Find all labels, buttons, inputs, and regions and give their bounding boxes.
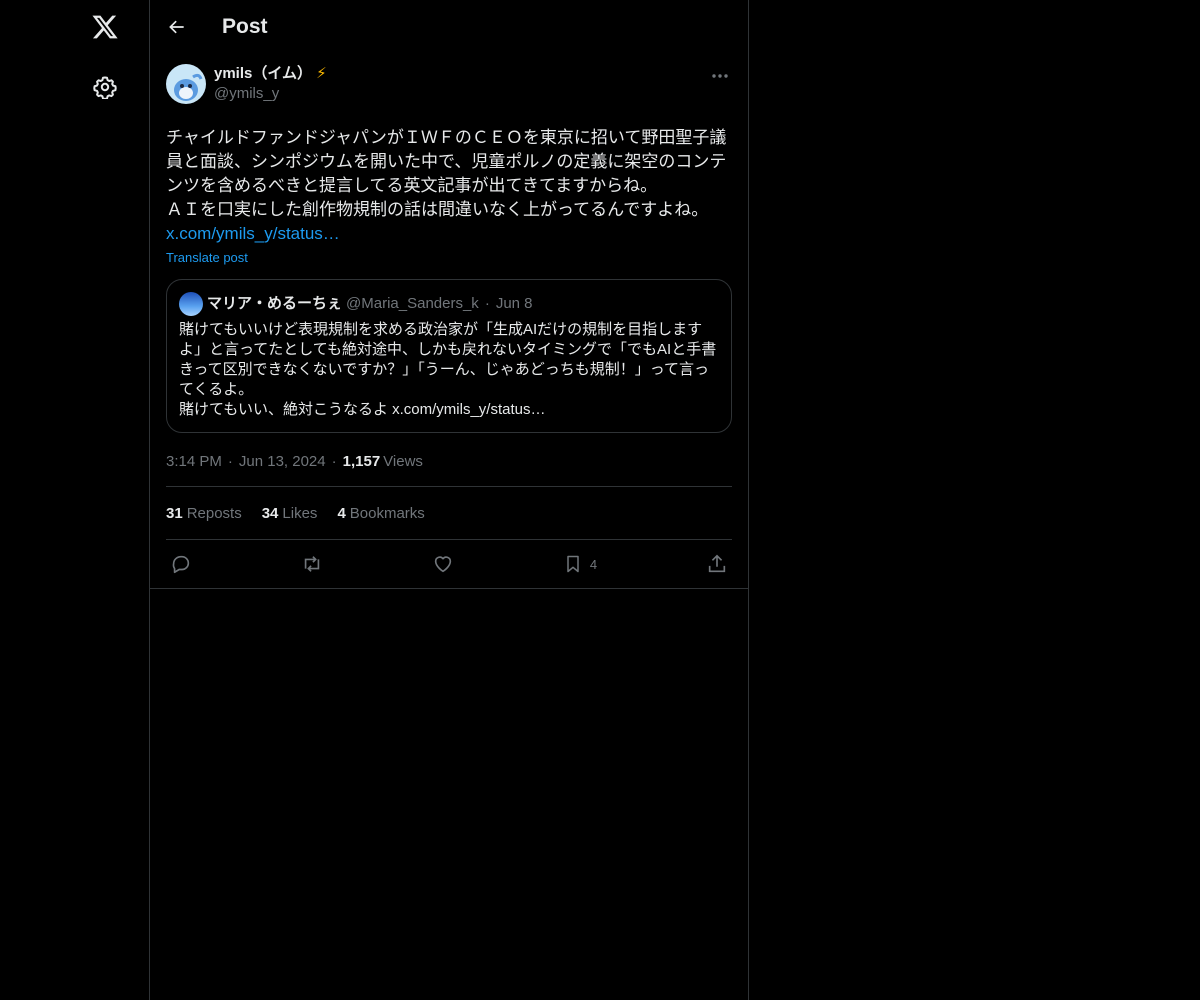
likes-label: Likes xyxy=(282,504,318,522)
page-header: Post xyxy=(150,0,748,54)
reposts-label: Reposts xyxy=(186,504,242,522)
views-label: Views xyxy=(383,453,423,470)
gear-icon[interactable] xyxy=(91,73,119,101)
reposts-stat[interactable]: 31 Reposts xyxy=(166,505,242,522)
lightning-badge: ⚡ xyxy=(316,65,327,82)
author-name-line[interactable]: ymils（イム） ⚡ xyxy=(214,64,327,84)
reposts-count: 31 xyxy=(166,504,183,522)
quote-date: Jun 8 xyxy=(495,295,533,312)
translate-post-link[interactable]: Translate post xyxy=(166,250,248,265)
post-link[interactable]: x.com/ymils_y/status… xyxy=(166,222,732,246)
post-date[interactable]: Jun 13, 2024 xyxy=(239,453,326,470)
bookmark-icon xyxy=(563,553,583,575)
quote-text: 賭けてもいいけど表現規制を求める政治家が「生成AIだけの規制を目指しますよ」と言… xyxy=(179,321,717,418)
share-icon[interactable] xyxy=(706,553,728,575)
action-bar: 4 xyxy=(166,540,732,588)
main-column: Post ymils（イム） ⚡ @ymils_y チャイルドファンドジャパンが… xyxy=(149,0,749,1000)
page-title: Post xyxy=(222,15,268,38)
quote-author-name: マリア・めるーちぇ xyxy=(207,295,343,312)
quote-header: マリア・めるーちぇ @Maria_Sanders_k · Jun 8 xyxy=(179,292,719,316)
quoted-post[interactable]: マリア・めるーちぇ @Maria_Sanders_k · Jun 8 賭けてもい… xyxy=(166,279,732,433)
bookmark-button[interactable]: 4 xyxy=(563,553,597,575)
repost-icon[interactable] xyxy=(301,553,323,575)
reply-icon[interactable] xyxy=(170,553,192,575)
bookmarks-count: 4 xyxy=(337,504,346,522)
more-dots-icon[interactable] xyxy=(708,66,732,86)
separator-dot: · xyxy=(484,295,490,312)
post-text: チャイルドファンドジャパンがＩＷＦのＣＥＯを東京に招いて野田聖子議員と面談、シン… xyxy=(166,128,727,219)
separator-dot: · xyxy=(331,453,337,470)
heart-icon[interactable] xyxy=(432,553,454,575)
likes-count: 34 xyxy=(261,504,279,522)
arrow-left-icon[interactable] xyxy=(166,16,188,38)
post-time[interactable]: 3:14 PM xyxy=(166,453,222,470)
bookmark-count: 4 xyxy=(589,556,598,572)
avatar[interactable] xyxy=(166,64,206,104)
separator-dot: · xyxy=(227,453,233,470)
views-count: 1,157 xyxy=(342,453,381,470)
author-handle[interactable]: @ymils_y xyxy=(214,84,327,104)
bookmarks-label: Bookmarks xyxy=(349,504,425,522)
bookmarks-stat[interactable]: 4 Bookmarks xyxy=(337,505,424,522)
likes-stat[interactable]: 34 Likes xyxy=(262,505,318,522)
author-name[interactable]: ymils（イム） xyxy=(214,64,312,84)
author-row: ymils（イム） ⚡ @ymils_y xyxy=(166,64,732,110)
x-logo-icon[interactable] xyxy=(88,10,122,44)
post: ymils（イム） ⚡ @ymils_y チャイルドファンドジャパンがＩＷＦのＣ… xyxy=(150,54,748,589)
post-stats: 31 Reposts 34 Likes 4 Bookmarks xyxy=(166,487,732,540)
post-meta: 3:14 PM · Jun 13, 2024 · 1,157 Views xyxy=(166,451,732,487)
author-info: ymils（イム） ⚡ @ymils_y xyxy=(214,64,327,104)
left-nav xyxy=(0,0,150,1000)
quote-avatar xyxy=(179,292,203,316)
quote-author-handle: @Maria_Sanders_k xyxy=(346,295,479,312)
